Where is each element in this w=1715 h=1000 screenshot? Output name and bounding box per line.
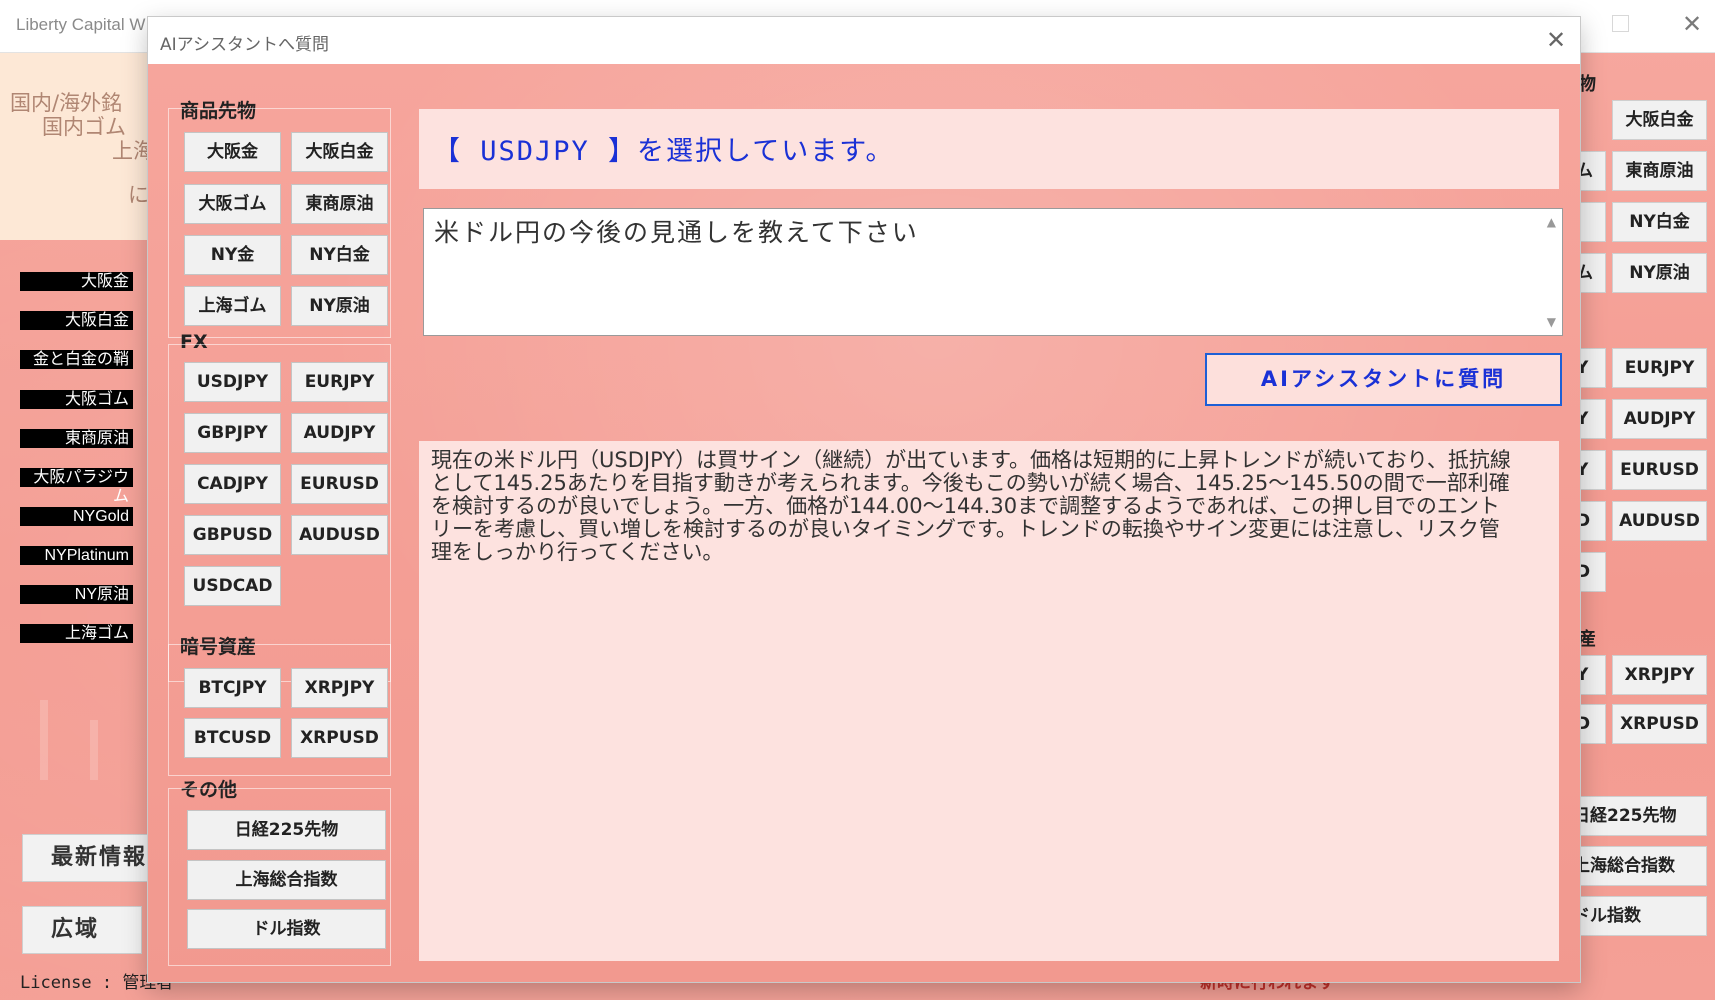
symbol-button[interactable]	[1576, 202, 1606, 242]
symbol-button[interactable]: Y	[1576, 450, 1606, 490]
symbol-button[interactable]: ム	[1576, 151, 1606, 191]
ny-platinum-button[interactable]: NY白金	[291, 235, 388, 275]
tocom-crude-button[interactable]: 東商原油	[291, 184, 388, 224]
answer-panel: 現在の米ドル円（USDJPY）は買サイン（継続）が出ています。価格は短期的に上昇…	[419, 441, 1559, 961]
list-item[interactable]: NY原油	[20, 585, 133, 604]
shanghai-composite-button[interactable]: 上海総合指数	[187, 860, 386, 900]
symbol-button[interactable]: EURUSD	[1612, 450, 1707, 490]
xrpusd-button[interactable]: XRPUSD	[291, 718, 388, 758]
audjpy-button[interactable]: AUDJPY	[291, 413, 388, 453]
dialog-titlebar: AIアシスタントへ質問 ✕	[148, 17, 1580, 64]
list-item[interactable]: NYPlatinum	[20, 546, 133, 565]
xrpjpy-button[interactable]: XRPJPY	[291, 668, 388, 708]
group-label: 物	[1578, 74, 1596, 95]
symbol-button[interactable]: D	[1576, 552, 1606, 592]
symbol-button[interactable]: 大阪白金	[1612, 100, 1707, 140]
selected-symbol-text: 【 USDJPY 】を選択しています。	[433, 136, 895, 167]
main-window-title: Liberty Capital W	[16, 15, 146, 34]
gbpusd-button[interactable]: GBPUSD	[184, 515, 281, 555]
close-icon[interactable]: ✕	[1546, 26, 1566, 54]
question-input[interactable]: 米ドル円の今後の見通しを教えて下さい ▲ ▼	[423, 208, 1563, 336]
list-item[interactable]: 上海ゴム	[20, 624, 133, 643]
audusd-button[interactable]: AUDUSD	[291, 515, 388, 555]
symbol-button[interactable]: 日経225先物	[1576, 796, 1707, 836]
symbol-button[interactable]: Y	[1576, 348, 1606, 388]
nikkei225-futures-button[interactable]: 日経225先物	[187, 810, 386, 850]
symbol-button[interactable]: 上海総合指数	[1576, 846, 1707, 886]
eurusd-button[interactable]: EURUSD	[291, 464, 388, 504]
dollar-index-button[interactable]: ドル指数	[187, 909, 386, 949]
osaka-gold-button[interactable]: 大阪金	[184, 132, 281, 172]
chart-decoration	[40, 700, 48, 780]
symbol-button[interactable]: D	[1576, 501, 1606, 541]
symbol-button[interactable]: Y	[1576, 399, 1606, 439]
answer-text: 現在の米ドル円（USDJPY）は買サイン（継続）が出ています。価格は短期的に上昇…	[431, 448, 1511, 564]
symbol-button[interactable]: Y	[1576, 655, 1606, 695]
question-text[interactable]: 米ドル円の今後の見通しを教えて下さい	[434, 213, 919, 249]
symbol-button[interactable]: EURJPY	[1612, 348, 1707, 388]
usdcad-button[interactable]: USDCAD	[184, 566, 281, 606]
info-panel: 国内/海外銘 国内ゴム 上海 に	[0, 53, 154, 240]
selection-panel: 【 USDJPY 】を選択しています。	[419, 109, 1559, 189]
list-item[interactable]: 東商原油	[20, 429, 133, 448]
osaka-rubber-button[interactable]: 大阪ゴム	[184, 184, 281, 224]
symbol-button[interactable]: XRPUSD	[1612, 704, 1707, 744]
scroll-down-icon[interactable]: ▼	[1547, 315, 1556, 329]
usdjpy-button[interactable]: USDJPY	[184, 362, 281, 402]
list-item[interactable]: 大阪金	[20, 272, 133, 291]
symbol-button[interactable]: NY白金	[1612, 202, 1707, 242]
list-item[interactable]: NYGold	[20, 507, 133, 526]
shanghai-rubber-button[interactable]: 上海ゴム	[184, 286, 281, 326]
ny-crude-button[interactable]: NY原油	[291, 286, 388, 326]
list-item[interactable]: 金と白金の鞘	[20, 350, 133, 369]
symbol-button[interactable]: D	[1576, 704, 1606, 744]
dialog-title: AIアシスタントへ質問	[160, 35, 329, 55]
symbol-button[interactable]: ム	[1576, 253, 1606, 293]
cadjpy-button[interactable]: CADJPY	[184, 464, 281, 504]
osaka-platinum-button[interactable]: 大阪白金	[291, 132, 388, 172]
eurjpy-button[interactable]: EURJPY	[291, 362, 388, 402]
btcjpy-button[interactable]: BTCJPY	[184, 668, 281, 708]
dialog-body: 商品先物 大阪金 大阪白金 大阪ゴム 東商原油 NY金 NY白金 上海ゴム NY…	[148, 64, 1580, 982]
list-item[interactable]: 大阪ゴム	[20, 390, 133, 409]
group-label: 産	[1578, 629, 1596, 650]
symbol-button[interactable]: 東商原油	[1612, 151, 1707, 191]
symbol-button[interactable]: AUDJPY	[1612, 399, 1707, 439]
ny-gold-button[interactable]: NY金	[184, 235, 281, 275]
symbol-button[interactable]: ドル指数	[1576, 896, 1707, 936]
list-item[interactable]: 大阪パラジウム	[20, 468, 133, 505]
info-line: に	[128, 183, 149, 207]
ask-ai-button[interactable]: AIアシスタントに質問	[1205, 353, 1562, 406]
scroll-up-icon[interactable]: ▲	[1547, 215, 1556, 229]
close-icon[interactable]: ✕	[1682, 10, 1702, 38]
latest-info-button[interactable]: 最新情報	[22, 834, 152, 882]
maximize-icon[interactable]	[1612, 15, 1629, 32]
btcusd-button[interactable]: BTCUSD	[184, 718, 281, 758]
list-item[interactable]: 大阪白金	[20, 311, 133, 330]
gbpjpy-button[interactable]: GBPJPY	[184, 413, 281, 453]
chart-decoration	[90, 720, 98, 780]
ai-assistant-dialog: AIアシスタントへ質問 ✕ 商品先物 大阪金 大阪白金 大阪ゴム 東商原油 NY…	[148, 17, 1580, 982]
symbol-button[interactable]: AUDUSD	[1612, 501, 1707, 541]
symbol-button[interactable]: XRPJPY	[1612, 655, 1707, 695]
wide-area-button[interactable]: 広域	[22, 906, 142, 954]
symbol-button[interactable]: NY原油	[1612, 253, 1707, 293]
